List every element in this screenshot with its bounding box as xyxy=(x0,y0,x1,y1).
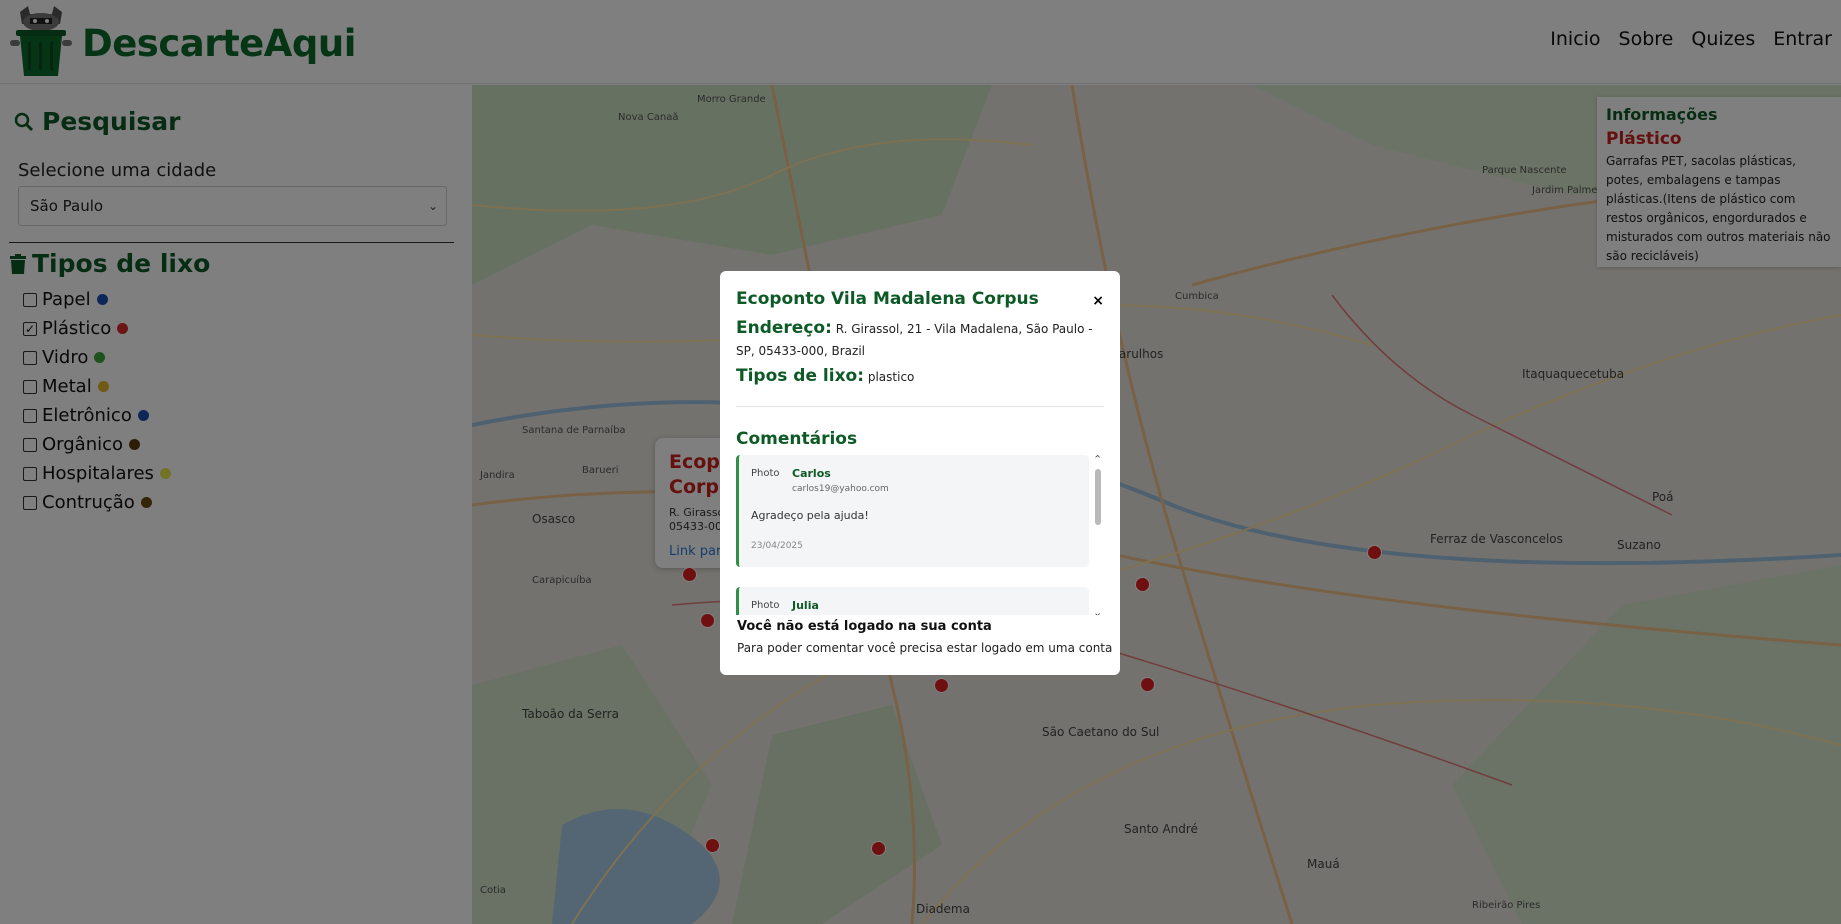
types-value: plastico xyxy=(867,370,915,384)
scrollbar-thumb[interactable] xyxy=(1095,469,1101,525)
comment-item: Photo Julia xyxy=(736,587,1089,615)
comment-email: carlos19@yahoo.com xyxy=(792,484,889,494)
avatar: Photo xyxy=(751,468,780,479)
comments-list[interactable]: Photo Carlos carlos19@yahoo.com Agradeço… xyxy=(736,455,1104,615)
types-label: Tipos de lixo: xyxy=(736,366,865,386)
address-label: Endereço: xyxy=(736,318,832,338)
comment-text: Agradeço pela ajuda! xyxy=(751,509,869,522)
modal-title: Ecoponto Vila Madalena Corpus xyxy=(736,289,1039,309)
comment-author: Julia xyxy=(792,599,819,612)
divider xyxy=(736,406,1104,407)
login-notice-text: Para poder comentar você precisa estar l… xyxy=(737,641,1113,655)
comments-title: Comentários xyxy=(736,429,858,449)
comment-author: Carlos xyxy=(792,467,831,480)
avatar: Photo xyxy=(751,600,780,611)
comment-date: 23/04/2025 xyxy=(751,541,803,551)
comment-item: Photo Carlos carlos19@yahoo.com Agradeço… xyxy=(736,455,1089,567)
chevron-down-icon[interactable]: ⌄ xyxy=(1093,606,1102,615)
chevron-up-icon[interactable]: ⌃ xyxy=(1093,455,1102,466)
login-notice-title: Você não está logado na sua conta xyxy=(737,619,992,634)
address: Endereço: R. Girassol, 21 - Vila Madalen… xyxy=(736,317,1104,362)
location-modal: Ecoponto Vila Madalena Corpus × Endereço… xyxy=(720,271,1120,675)
close-button[interactable]: × xyxy=(1092,293,1104,309)
comments-scrollbar[interactable]: ⌃ ⌄ xyxy=(1092,455,1104,615)
waste-types: Tipos de lixo: plastico xyxy=(736,366,1104,386)
